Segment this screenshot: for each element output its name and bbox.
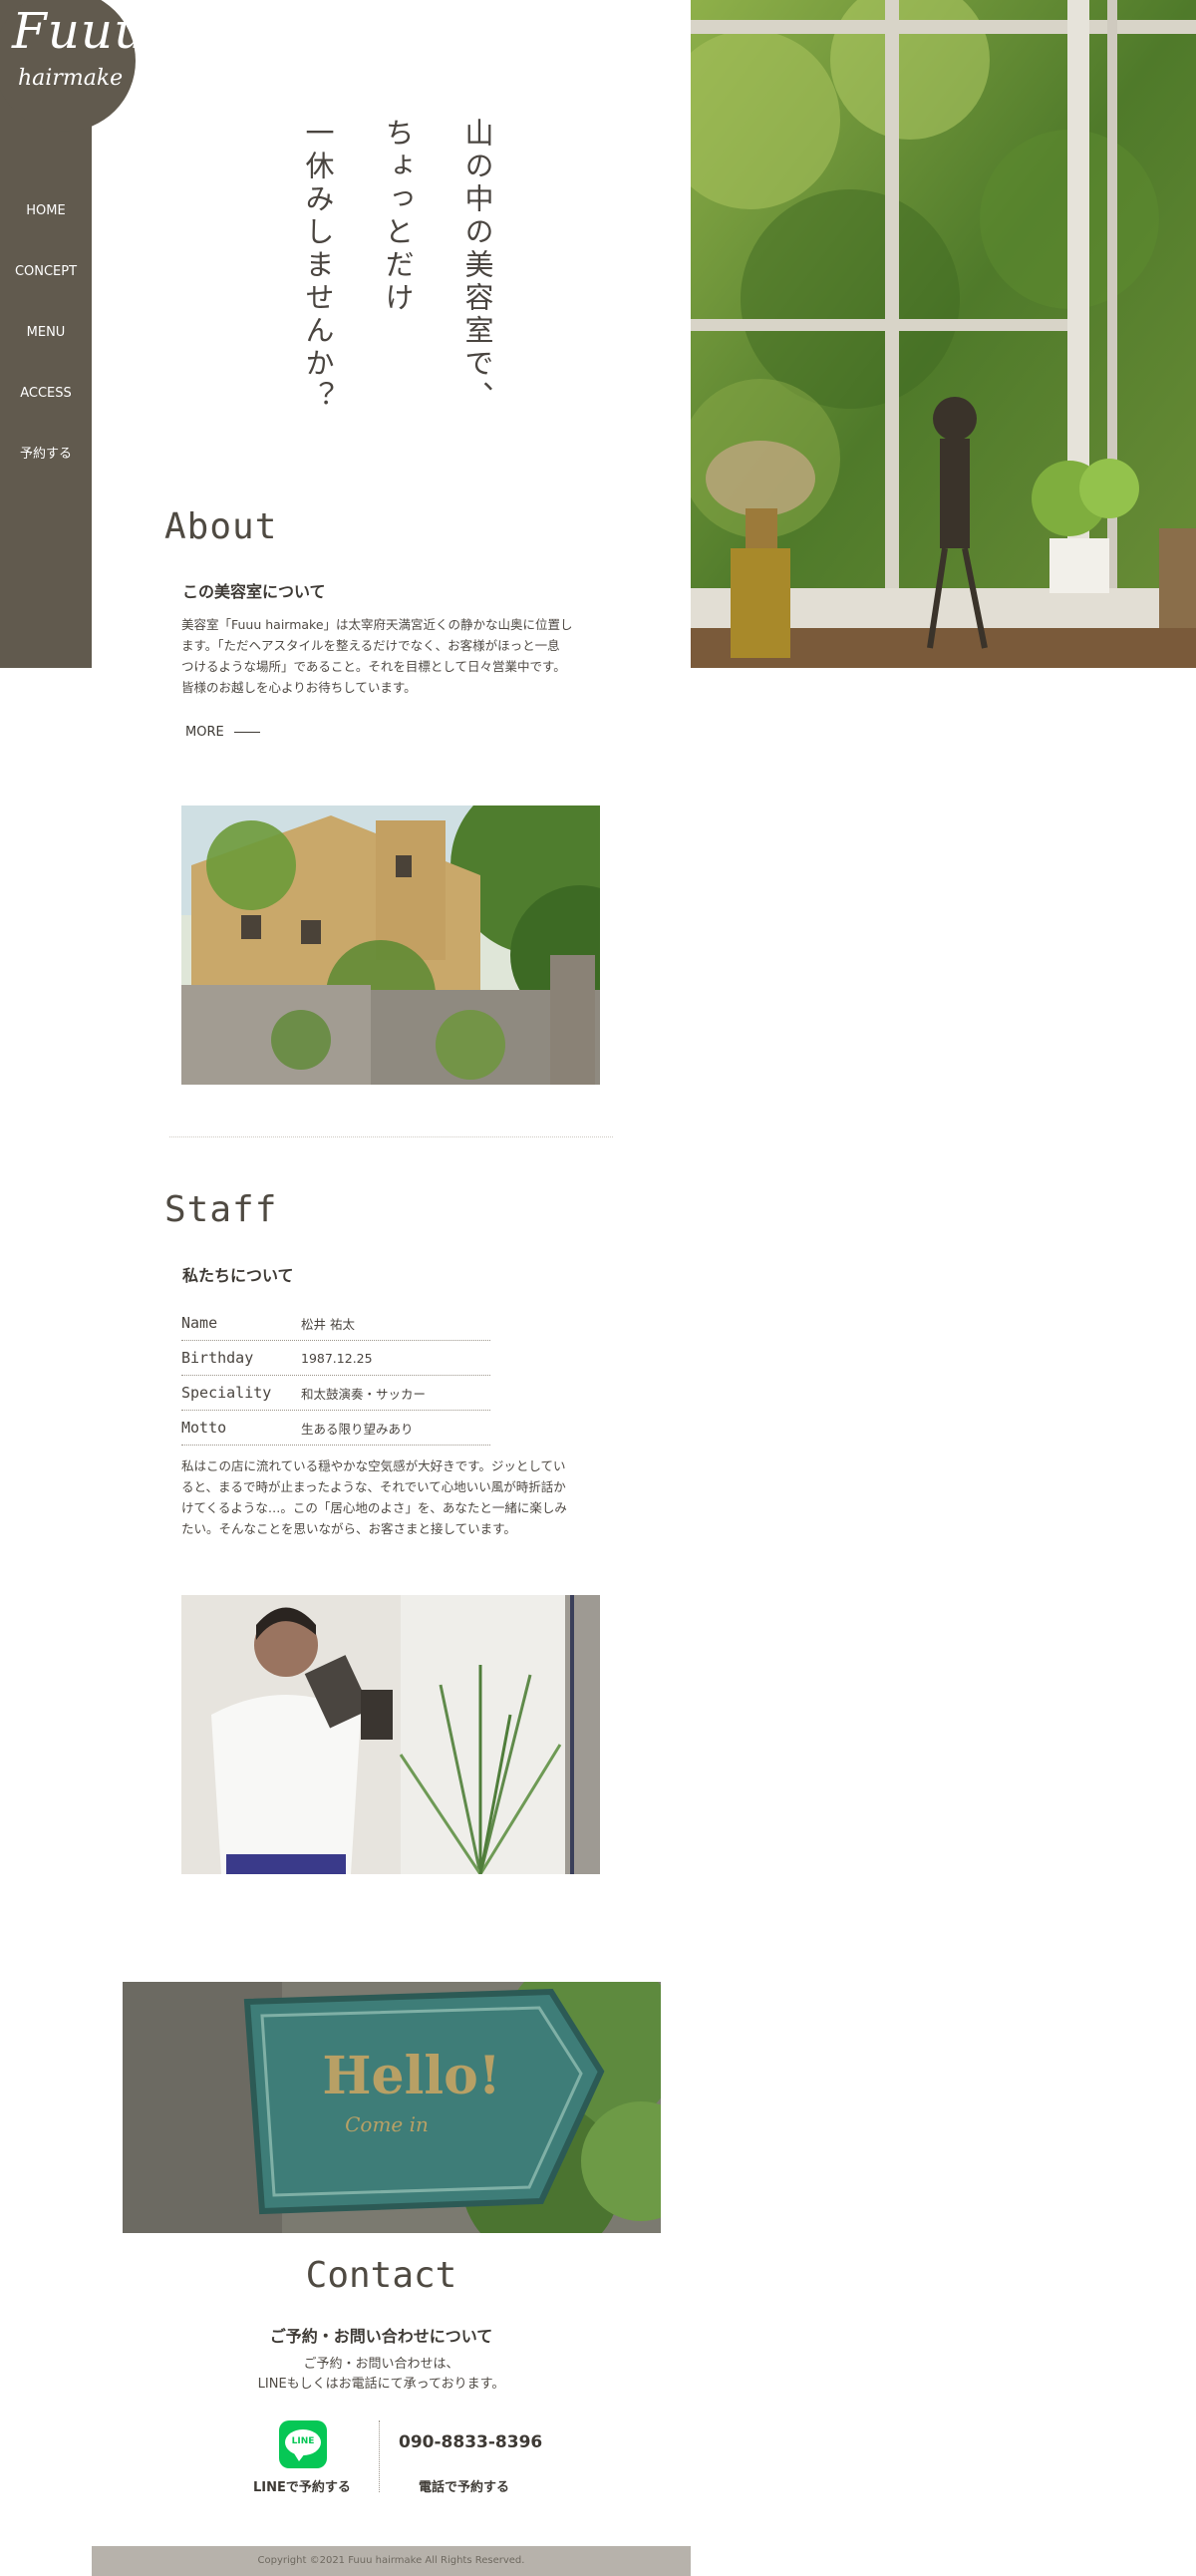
phone-number[interactable]: 090-8833-8396 [399, 2432, 542, 2452]
profile-key: Name [181, 1314, 218, 1332]
profile-key: Motto [181, 1419, 227, 1437]
more-label: MORE [185, 725, 224, 740]
staff-profile-table: Name 松井 祐太 Birthday 1987.12.25 Specialit… [181, 1306, 490, 1446]
sign-comein-text: Come in [345, 2112, 429, 2136]
staff-line-1: 私はこの店に流れている穏やかな空気感が大好きです。ジッとしてい [181, 1458, 566, 1473]
profile-key: Birthday [181, 1349, 254, 1367]
sign-hello-text: Hello! [322, 2046, 500, 2106]
profile-value: 和太鼓演奏・サッカー [301, 1386, 427, 1402]
hello-sign-photo: Hello! Come in [123, 1982, 661, 2233]
more-arrow-line [233, 732, 260, 733]
staff-line-4: たい。そんなことを思いながら、お客さまと接しています。 [181, 1521, 516, 1536]
contact-line-1: ご予約・お問い合わせは、 [303, 2357, 459, 2372]
contact-line-2: LINEもしくはお電話にて承っております。 [257, 2377, 505, 2392]
staff-line-3: けてくるような…。この「居心地のよさ」を、あなたと一緒に楽しみ [181, 1500, 567, 1515]
contact-title: Contact [305, 2255, 457, 2296]
catch-line-1: 山の中の美容室で、 [460, 118, 494, 414]
about-more-link[interactable]: MORE [185, 725, 260, 740]
footer: Copyright ©2021 Fuuu hairmake All Rights… [92, 2546, 691, 2576]
profile-row-speciality: Speciality 和太鼓演奏・サッカー [181, 1376, 490, 1411]
hero-catchcopy: 山の中の美容室で、 ちょっとだけ 一休みしませんか？ [289, 118, 498, 447]
hero-window-photo [691, 0, 1196, 668]
profile-value: 1987.12.25 [301, 1350, 373, 1366]
staff-photo [181, 1595, 600, 1874]
global-nav: HOME CONCEPT MENU ACCESS 予約する [0, 199, 92, 503]
nav-home[interactable]: HOME [0, 199, 92, 260]
logo-main-text: Fuuu [12, 2, 148, 60]
about-line-3: つけるような場所」であること。それを目標として日々営業中です。 [181, 659, 566, 674]
catch-line-3: 一休みしませんか？ [301, 118, 335, 414]
contact-subtitle: ご予約・お問い合わせについて [269, 2327, 493, 2346]
salon-building-photo [181, 805, 600, 1085]
contact-separator [379, 2420, 380, 2492]
profile-key: Speciality [181, 1384, 272, 1402]
logo[interactable]: Fuuu hairmake [0, 0, 146, 132]
catch-line-2: ちょっとだけ [381, 118, 415, 315]
about-line-4: 皆様のお越しを心よりお待ちしています。 [181, 680, 417, 695]
about-subtitle: この美容室について [182, 582, 326, 601]
profile-value: 松井 祐太 [301, 1316, 355, 1332]
profile-value: 生ある限り望みあり [301, 1421, 414, 1437]
line-icon[interactable]: LINE [279, 2420, 327, 2468]
about-paragraph: 美容室「Fuuu hairmake」は太宰府天満宮近くの静かな山奥に位置し ます… [181, 614, 620, 698]
staff-line-2: ると、まるで時が止まったような、それでいて心地いい風が時折話か [181, 1479, 566, 1494]
line-icon-text: LINE [291, 2436, 315, 2446]
staff-subtitle: 私たちについて [182, 1266, 294, 1285]
about-line-2: ます。「ただヘアスタイルを整えるだけでなく、お客様がほっと一息 [181, 638, 560, 653]
phone-reserve-link[interactable]: 電話で予約する [419, 2476, 509, 2495]
profile-row-birthday: Birthday 1987.12.25 [181, 1341, 490, 1376]
nav-concept[interactable]: CONCEPT [0, 260, 92, 321]
nav-access[interactable]: ACCESS [0, 382, 92, 443]
about-line-1: 美容室「Fuuu hairmake」は太宰府天満宮近くの静かな山奥に位置し [181, 617, 573, 632]
profile-row-motto: Motto 生ある限り望みあり [181, 1411, 490, 1446]
profile-row-name: Name 松井 祐太 [181, 1306, 490, 1341]
staff-title: Staff [164, 1189, 278, 1230]
copyright-text: Copyright ©2021 Fuuu hairmake All Rights… [257, 2555, 525, 2566]
nav-menu[interactable]: MENU [0, 321, 92, 382]
about-title: About [164, 506, 278, 547]
logo-sub-text: hairmake [18, 66, 124, 91]
section-divider [169, 1136, 613, 1137]
line-reserve-link[interactable]: LINEで予約する [253, 2476, 351, 2495]
staff-paragraph: 私はこの店に流れている穏やかな空気感が大好きです。ジッとしてい ると、まるで時が… [181, 1455, 620, 1539]
contact-text: ご予約・お問い合わせは、 LINEもしくはお電話にて承っております。 [0, 2355, 762, 2395]
nav-reserve[interactable]: 予約する [0, 443, 92, 503]
